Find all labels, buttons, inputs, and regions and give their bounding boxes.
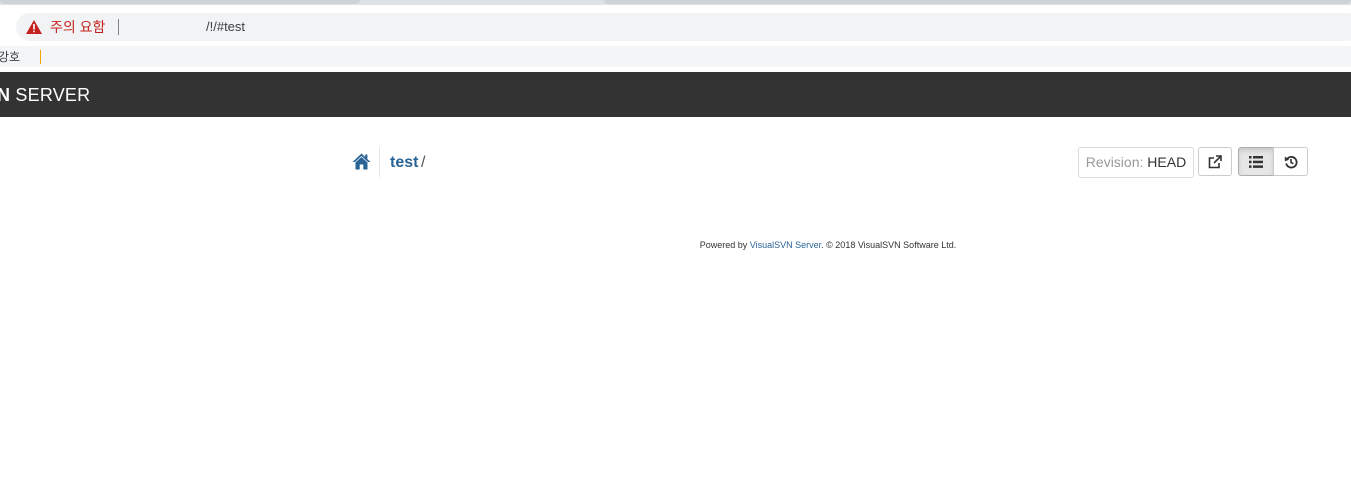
brand-logo[interactable]: N SERVER — [0, 85, 90, 105]
brand-text: SERVER — [10, 85, 91, 105]
history-icon — [1284, 155, 1297, 168]
revision-button[interactable]: Revision: HEAD — [1078, 147, 1194, 178]
external-link-icon — [1208, 154, 1222, 168]
home-icon[interactable] — [352, 153, 371, 170]
history-button[interactable] — [1273, 147, 1308, 176]
revision-label: Revision: — [1085, 154, 1144, 170]
list-view-button[interactable] — [1238, 147, 1274, 176]
breadcrumb-divider — [379, 147, 380, 177]
page-footer: Powered by VisualSVN Server. © 2018 Visu… — [0, 239, 1351, 251]
browser-tab[interactable] — [604, 0, 1351, 4]
footer-link[interactable]: VisualSVN Server — [750, 240, 821, 250]
revision-value: HEAD — [1147, 154, 1187, 170]
url-text[interactable]: /!/#test — [206, 19, 245, 35]
footer-copyright: . © 2018 VisualSVN Software Ltd. — [821, 240, 957, 250]
text-caret — [40, 50, 41, 64]
brand-bold: N — [0, 85, 11, 105]
browser-toolbar: · 주의 요함 /!/#test — [0, 5, 1351, 41]
back-button[interactable]: · — [0, 19, 1, 31]
breadcrumb-repo-link[interactable]: test — [390, 154, 418, 172]
list-icon — [1249, 155, 1263, 168]
app-navbar: N SERVER — [0, 72, 1351, 117]
open-external-button[interactable] — [1198, 147, 1232, 176]
browser-tab[interactable] — [0, 0, 360, 4]
omnibox-divider — [118, 19, 119, 35]
bookmarks-strip: 강호 — [0, 46, 1351, 67]
bookmarks-bar: 강호 — [0, 41, 1351, 72]
bookmark-item[interactable]: 강호 — [0, 51, 20, 63]
breadcrumb-separator: / — [421, 154, 426, 171]
footer-prefix: Powered by — [699, 240, 750, 250]
warning-icon[interactable] — [26, 20, 42, 34]
security-status[interactable]: 주의 요함 — [50, 18, 105, 36]
address-bar[interactable]: 주의 요함 /!/#test — [16, 13, 1351, 41]
